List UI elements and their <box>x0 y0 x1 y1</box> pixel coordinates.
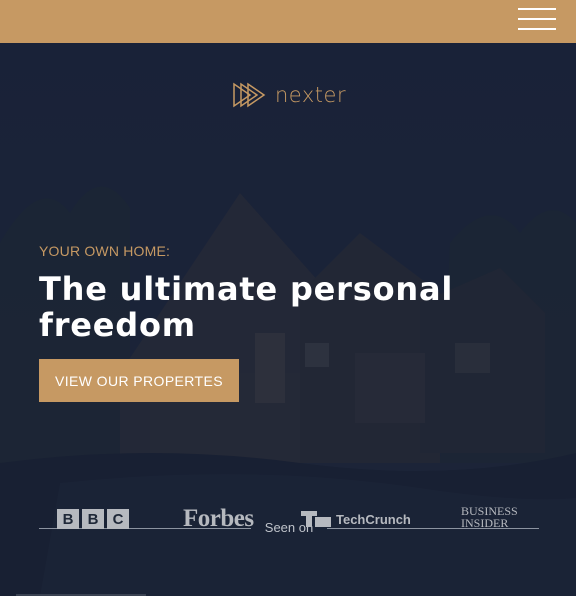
menu-line <box>518 28 556 30</box>
view-properties-button[interactable]: VIEW OUR PROPERTES <box>39 359 239 402</box>
forbes-logo: Forbes <box>183 505 254 532</box>
menu-line <box>518 8 556 10</box>
play-triangles-icon <box>233 82 266 108</box>
bbc-logo: B B C <box>57 504 129 534</box>
bbc-letter-b1: B <box>57 509 79 529</box>
top-navigation-bar <box>0 0 576 43</box>
bbc-letter-c: C <box>107 509 129 529</box>
logo-text: nexter <box>275 83 347 107</box>
hero-headline: The ultimate personal freedom <box>39 271 459 343</box>
business-insider-logo: BUSINESS INSIDER <box>461 505 518 535</box>
hero-eyebrow: YOUR OWN HOME: <box>39 243 171 259</box>
nexter-logo[interactable]: nexter <box>233 81 346 109</box>
bbc-letter-b2: B <box>82 509 104 529</box>
headline-line-2: freedom <box>39 306 196 344</box>
hamburger-menu-icon[interactable] <box>518 8 556 32</box>
headline-line-1: The ultimate personal <box>39 270 454 308</box>
menu-line <box>518 18 556 20</box>
business-insider-line-2: INSIDER <box>461 516 509 530</box>
techcrunch-logo: TechCrunch <box>301 504 411 534</box>
techcrunch-text: TechCrunch <box>336 511 411 527</box>
techcrunch-mark-icon <box>301 511 331 527</box>
